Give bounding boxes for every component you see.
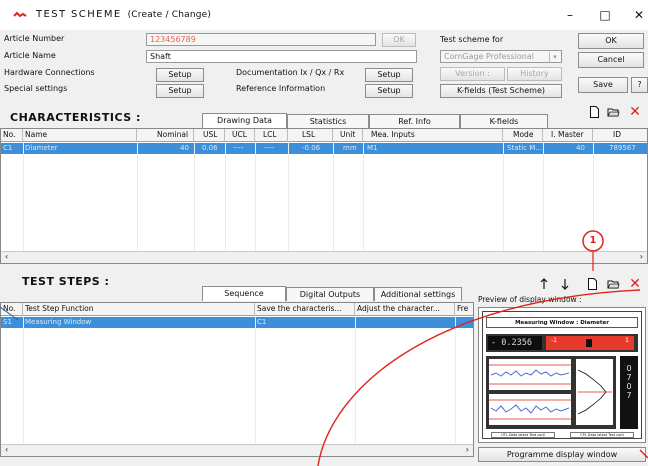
test-scheme-window: TEST SCHEME (Create / Change) – □ ✕ Artic… (0, 0, 648, 466)
callout-number: 1 (589, 235, 597, 246)
pointer-line (0, 306, 19, 321)
zoom-outline-curve (317, 289, 641, 466)
zoom-outline-edge (639, 449, 648, 459)
annotation-overlay (0, 230, 648, 466)
